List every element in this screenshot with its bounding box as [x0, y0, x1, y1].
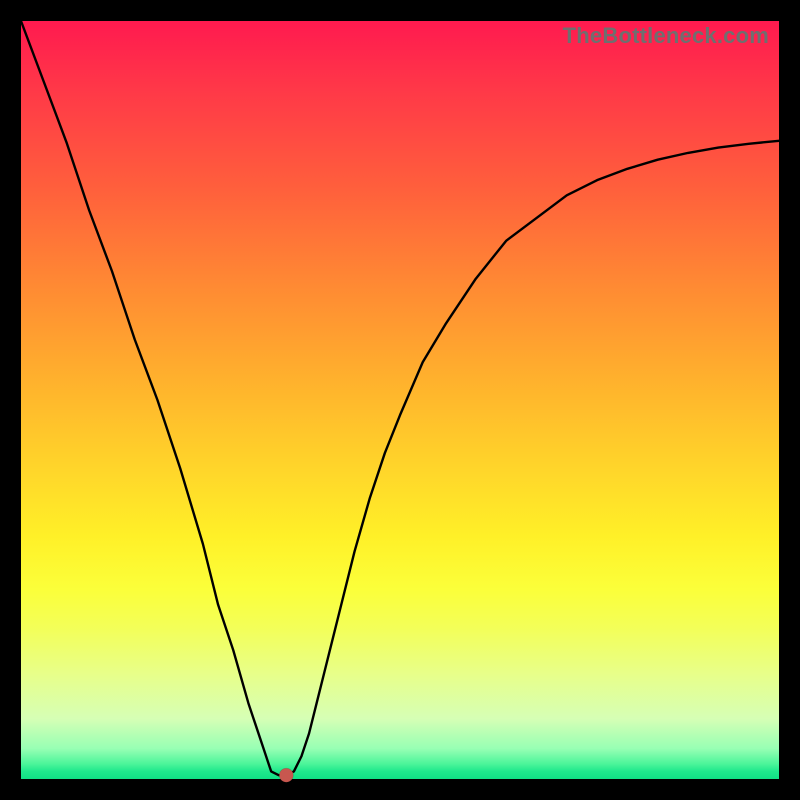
bottleneck-curve: [21, 21, 779, 775]
chart-frame: TheBottleneck.com: [0, 0, 800, 800]
plot-area: TheBottleneck.com: [21, 21, 779, 779]
curve-layer: [21, 21, 779, 779]
min-marker: [279, 768, 293, 782]
